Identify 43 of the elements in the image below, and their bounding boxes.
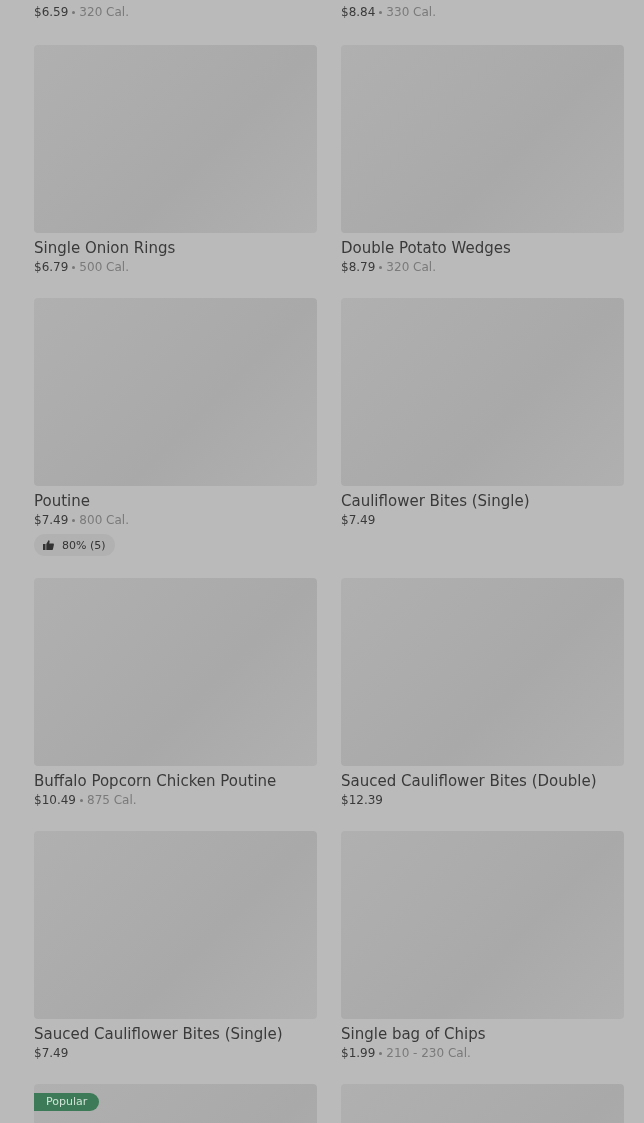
item-price: $7.49 (34, 1045, 69, 1062)
menu-item-card[interactable]: Buffalo Popcorn Chicken Poutine $10.49 875 Cal. (34, 578, 317, 809)
item-price: $1.99 (341, 1045, 376, 1062)
separator-dot (72, 518, 76, 522)
item-title: Buffalo Popcorn Chicken Poutine (34, 771, 278, 791)
item-price: $7.49 (341, 512, 376, 529)
item-calories: 500 Cal. (79, 259, 129, 276)
item-price: $6.79 (34, 259, 69, 276)
item-price: $8.79 (341, 259, 376, 276)
menu-item-card[interactable]: Poutine $7.49 800 Cal. 80% (5) (34, 298, 317, 556)
item-title: Double Potato Wedges (341, 238, 512, 258)
item-title: Sauced Cauliflower Bites (Single) (34, 1024, 284, 1044)
item-title: Single Onion Rings (34, 238, 177, 258)
menu-item-card[interactable]: Double Potato Wedges $8.79 320 Cal. (341, 45, 624, 276)
item-calories: 875 Cal. (87, 792, 137, 809)
separator-dot (379, 10, 383, 14)
separator-dot (80, 798, 83, 802)
item-title: Sauced Cauliflower Bites (Double) (341, 771, 598, 791)
item-title: Cauliflower Bites (Single) (341, 491, 531, 511)
separator-dot (379, 265, 383, 269)
item-price: $8.84 (341, 4, 376, 21)
thumbs-up-icon (43, 540, 54, 550)
item-title: Single bag of Chips (341, 1024, 487, 1044)
rating-badge: 80% (5) (34, 534, 115, 556)
item-calories: 320 Cal. (79, 4, 129, 21)
separator-dot (72, 10, 76, 14)
item-calories: 210 - 230 Cal. (386, 1045, 471, 1062)
menu-item-card[interactable]: Cauliflower Bites (Single) $7.49 (341, 298, 624, 556)
item-calories: 800 Cal. (79, 512, 129, 529)
separator-dot (72, 265, 76, 269)
item-price: $6.59 (34, 4, 69, 21)
popular-badge: Popular (34, 1093, 100, 1111)
item-calories: 330 Cal. (386, 4, 436, 21)
item-price: $12.39 (341, 792, 383, 809)
item-price: $10.49 (34, 792, 76, 809)
menu-item-card[interactable]: Sauced Cauliflower Bites (Single) $7.49 (34, 831, 317, 1062)
item-price: $7.49 (34, 512, 69, 529)
item-title: Poutine (34, 491, 91, 511)
menu-item-card[interactable]: Sauced Cauliflower Bites (Double) $12.39 (341, 578, 624, 809)
menu-item-card[interactable]: Single bag of Chips $1.99 210 - 230 Cal. (341, 831, 624, 1062)
item-calories: 320 Cal. (386, 259, 436, 276)
separator-dot (379, 1051, 383, 1055)
menu-item-card[interactable]: Single Onion Rings $6.79 500 Cal. (34, 45, 317, 276)
